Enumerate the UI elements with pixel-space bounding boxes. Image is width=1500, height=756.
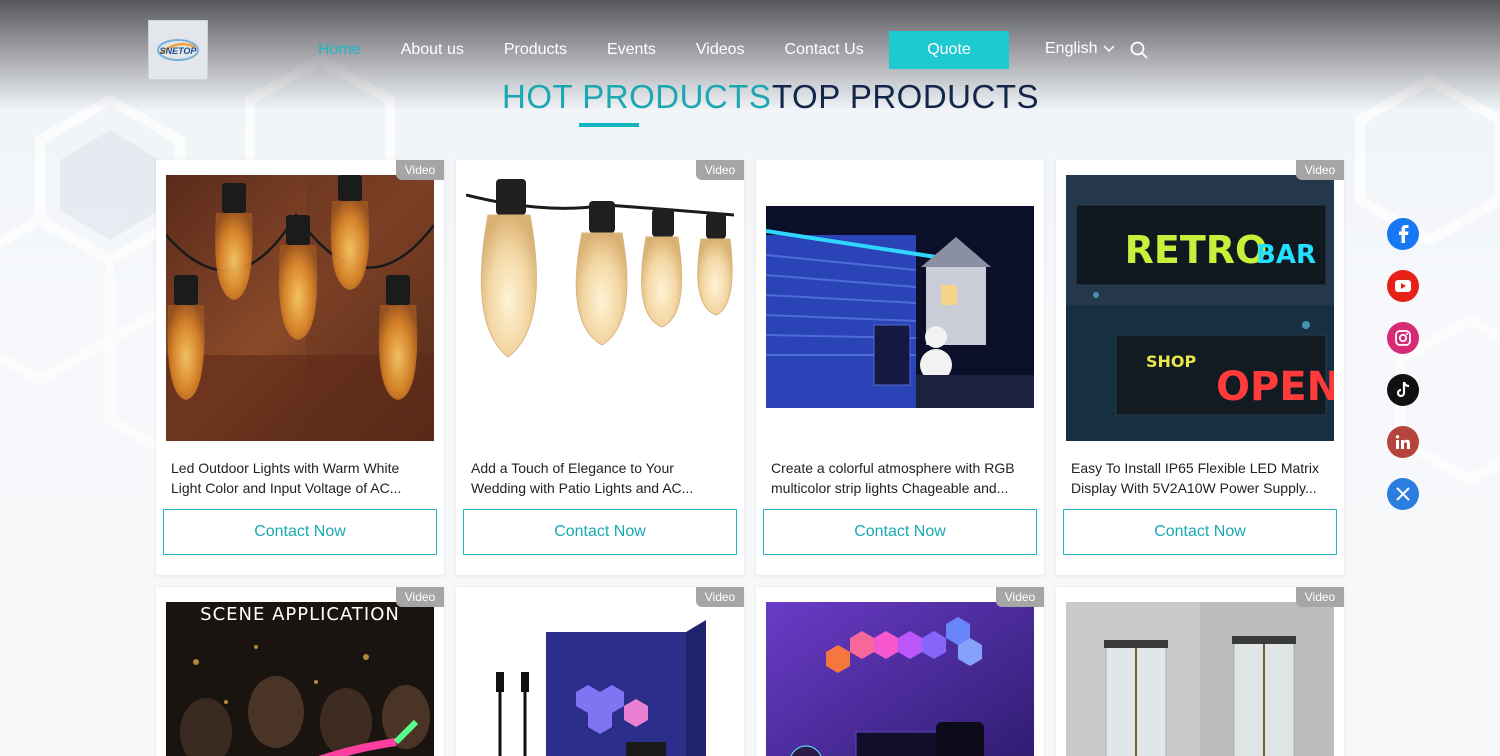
language-label: English — [1045, 40, 1098, 57]
product-image[interactable] — [766, 175, 1034, 441]
video-badge: Video — [1296, 587, 1344, 607]
search-icon[interactable] — [1130, 41, 1148, 64]
product-title[interactable]: Create a colorful atmosphere with RGB mu… — [771, 458, 1029, 498]
chevron-down-icon — [1103, 45, 1116, 53]
video-badge: Video — [696, 587, 744, 607]
product-card[interactable]: Video — [756, 587, 1044, 756]
video-badge: Video — [996, 587, 1044, 607]
product-image[interactable] — [1066, 602, 1334, 756]
tab-top-products[interactable]: TOP PRODUCTS — [772, 78, 1039, 116]
contact-now-button[interactable]: Contact Now — [763, 509, 1037, 555]
svg-text:SCENE APPLICATION: SCENE APPLICATION — [200, 604, 400, 625]
product-card[interactable]: SCENE APPLICATION Video — [156, 587, 444, 756]
active-tab-underline — [579, 123, 639, 127]
facebook-icon[interactable] — [1387, 218, 1419, 250]
product-image[interactable] — [466, 175, 734, 441]
svg-text:OPEN: OPEN — [1216, 364, 1334, 410]
nav-events[interactable]: Events — [607, 41, 656, 59]
video-badge: Video — [396, 587, 444, 607]
nav-products[interactable]: Products — [504, 41, 567, 59]
nav-about-us[interactable]: About us — [401, 41, 464, 59]
logo-icon: SNETOP — [157, 39, 199, 61]
product-card[interactable]: Video Led Outdoor Lights with Warm White… — [156, 160, 444, 575]
product-card[interactable]: Video — [456, 587, 744, 756]
product-title[interactable]: Add a Touch of Elegance to Your Wedding … — [471, 458, 729, 498]
product-card[interactable]: RETRO BAR SHOP OPEN Video Easy To Instal… — [1056, 160, 1344, 575]
site-logo[interactable]: SNETOP — [148, 20, 208, 80]
product-image[interactable] — [766, 602, 1034, 756]
language-selector[interactable]: English — [1045, 40, 1116, 58]
product-card[interactable]: Video Add a Touch of Elegance to Your We… — [456, 160, 744, 575]
nav-home[interactable]: Home — [318, 41, 361, 59]
tab-hot-products[interactable]: HOT PRODUCTS — [502, 78, 771, 116]
product-image[interactable]: SCENE APPLICATION — [166, 602, 434, 756]
nav-videos[interactable]: Videos — [696, 41, 745, 59]
svg-text:SHOP: SHOP — [1146, 352, 1197, 371]
linkedin-icon[interactable] — [1387, 426, 1419, 458]
contact-now-button[interactable]: Contact Now — [163, 509, 437, 555]
product-image[interactable] — [466, 602, 734, 756]
nav-contact-us[interactable]: Contact Us — [785, 41, 864, 59]
product-card[interactable]: Video — [1056, 587, 1344, 756]
product-title[interactable]: Easy To Install IP65 Flexible LED Matrix… — [1071, 458, 1329, 498]
youtube-icon[interactable] — [1387, 270, 1419, 302]
x-icon[interactable] — [1387, 478, 1419, 510]
main-nav: Home About us Products Events Videos Con… — [318, 30, 904, 70]
quote-button[interactable]: Quote — [889, 31, 1009, 69]
video-badge: Video — [396, 160, 444, 180]
product-section-tabs: HOT PRODUCTS TOP PRODUCTS — [0, 78, 1500, 128]
svg-text:BAR: BAR — [1256, 240, 1316, 270]
contact-now-button[interactable]: Contact Now — [1063, 509, 1337, 555]
instagram-icon[interactable] — [1387, 322, 1419, 354]
video-badge: Video — [1296, 160, 1344, 180]
product-image[interactable]: RETRO BAR SHOP OPEN — [1066, 175, 1334, 441]
svg-text:RETRO: RETRO — [1125, 228, 1268, 272]
svg-text:SNETOP: SNETOP — [160, 46, 198, 56]
product-image[interactable] — [166, 175, 434, 441]
video-badge: Video — [696, 160, 744, 180]
tiktok-icon[interactable] — [1387, 374, 1419, 406]
contact-now-button[interactable]: Contact Now — [463, 509, 737, 555]
product-title[interactable]: Led Outdoor Lights with Warm White Light… — [171, 458, 429, 498]
product-card[interactable]: Create a colorful atmosphere with RGB mu… — [756, 160, 1044, 575]
